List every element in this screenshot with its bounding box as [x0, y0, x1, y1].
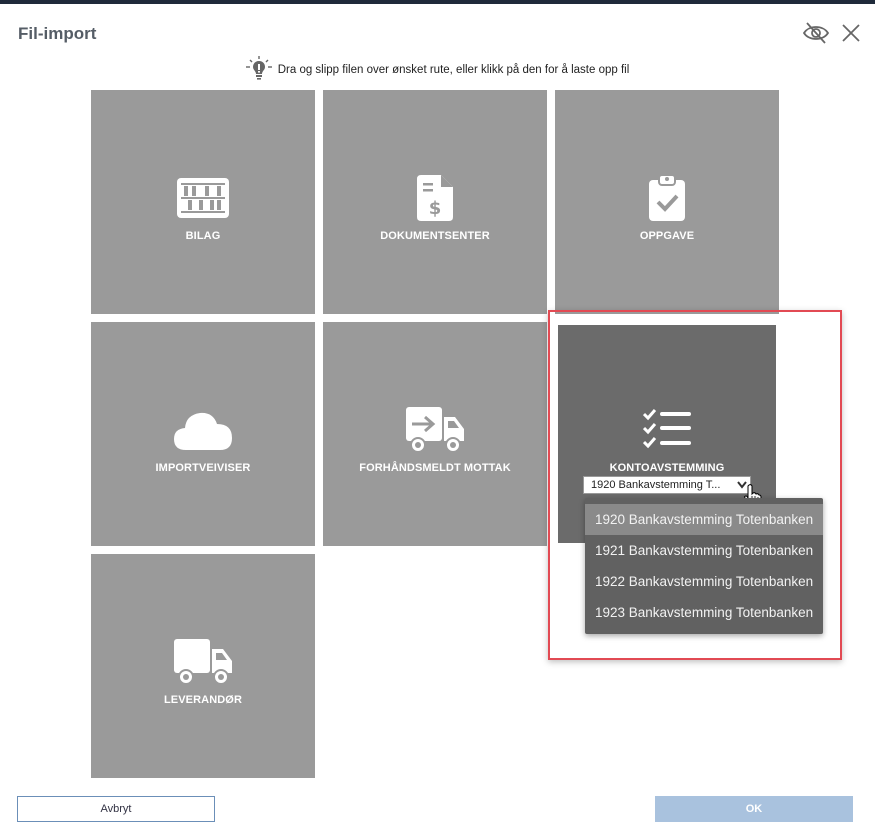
- close-icon[interactable]: [836, 20, 866, 46]
- truck-icon: [91, 638, 315, 686]
- account-dropdown: 1920 Bankavstemming Totenbanken 1921 Ban…: [585, 498, 823, 634]
- tile-label: IMPORTVEIVISER: [155, 462, 251, 474]
- truck-arrow-icon: [323, 406, 547, 454]
- lightbulb-icon: [245, 56, 278, 83]
- top-bar: [0, 0, 875, 4]
- dialog-title: Fil-import: [18, 24, 97, 43]
- ok-button[interactable]: OK: [655, 796, 853, 822]
- checklist-icon: [555, 406, 779, 454]
- tile-label: FORHÅNDSMELDT MOTTAK: [359, 462, 511, 474]
- hint-text: Dra og slipp filen over ønsket rute, ell…: [277, 63, 630, 76]
- document-dollar-icon: $: [323, 174, 547, 222]
- upload-hint: Dra og slipp filen over ønsket rute, ell…: [0, 56, 875, 83]
- svg-text:$: $: [429, 198, 442, 219]
- abacus-icon: [91, 174, 315, 222]
- cancel-button[interactable]: Avbryt: [17, 796, 215, 822]
- dropdown-option[interactable]: 1920 Bankavstemming Totenbanken: [585, 504, 823, 535]
- tile-bilag[interactable]: BILAG: [91, 90, 315, 314]
- tile-label: DOKUMENTSENTER: [380, 230, 490, 242]
- cloud-icon: [91, 406, 315, 454]
- account-select[interactable]: 1920 Bankavstemming T...: [583, 476, 751, 494]
- tile-importveiviser[interactable]: IMPORTVEIVISER: [91, 322, 315, 546]
- tile-oppgave[interactable]: OPPGAVE: [555, 90, 779, 314]
- dropdown-option[interactable]: 1921 Bankavstemming Totenbanken: [585, 535, 823, 566]
- account-select-value: 1920 Bankavstemming T...: [591, 479, 721, 491]
- tile-label: BILAG: [185, 230, 221, 242]
- tile-leverandor[interactable]: LEVERANDØR: [91, 554, 315, 778]
- dropdown-option[interactable]: 1922 Bankavstemming Totenbanken: [585, 566, 823, 597]
- tile-label: OPPGAVE: [639, 230, 695, 242]
- tile-label: KONTOAVSTEMMING: [609, 462, 725, 474]
- tile-dokumentsenter[interactable]: $ DOKUMENTSENTER: [323, 90, 547, 314]
- clipboard-check-icon: [555, 174, 779, 222]
- eye-off-icon[interactable]: [801, 20, 831, 46]
- tile-label: LEVERANDØR: [163, 694, 242, 706]
- tile-forhandsmeldt-mottak[interactable]: FORHÅNDSMELDT MOTTAK: [323, 322, 547, 546]
- dropdown-option[interactable]: 1923 Bankavstemming Totenbanken: [585, 597, 823, 628]
